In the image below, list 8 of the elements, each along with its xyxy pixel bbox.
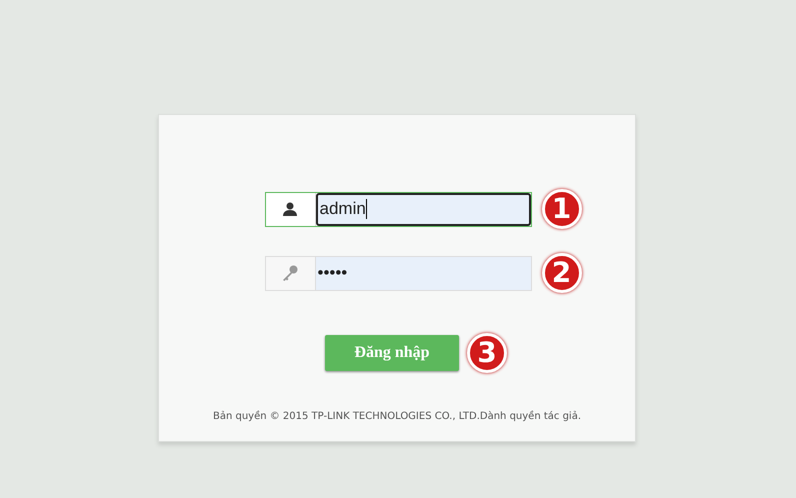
password-field[interactable]: ••••• <box>264 256 532 290</box>
step-marker: 1 <box>542 189 582 229</box>
step-marker: 3 <box>467 333 507 373</box>
username-field[interactable]: admin <box>264 192 532 226</box>
copyright-text: Bản quyền © 2015 TP-LINK TECHNOLOGIES CO., LTD.Dành quyền tác giả. <box>212 411 582 422</box>
step-marker: 2 <box>542 253 582 293</box>
user-icon <box>282 201 298 217</box>
key-icon <box>281 264 299 282</box>
